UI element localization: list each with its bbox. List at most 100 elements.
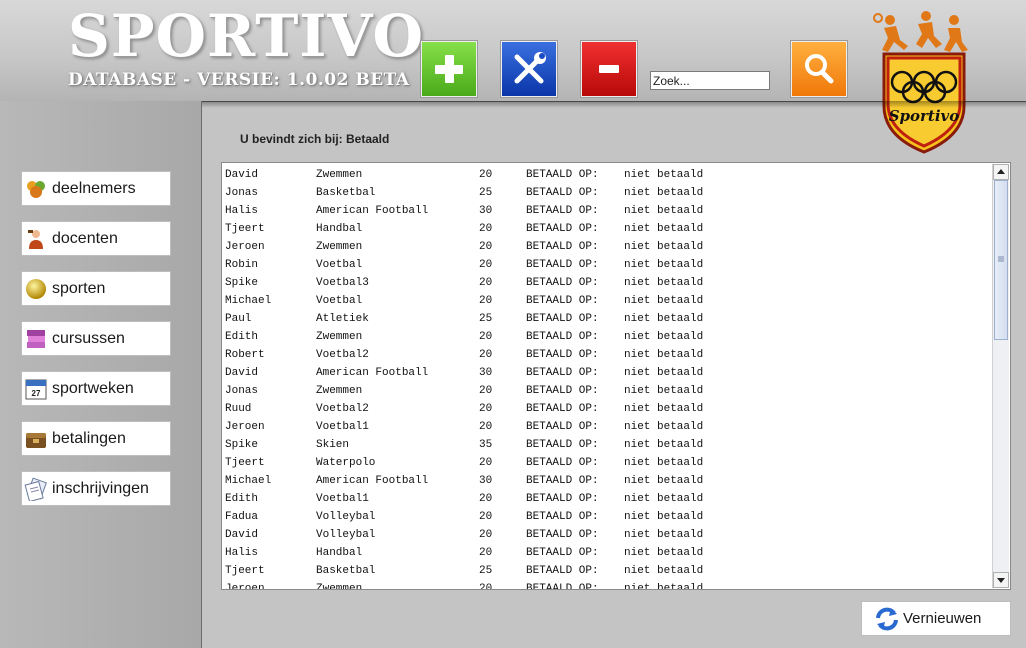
sidebar-item-sportweken[interactable]: 27 sportweken — [21, 371, 171, 406]
search-input[interactable] — [650, 71, 770, 90]
row-status: niet betaald — [624, 547, 704, 559]
list-row[interactable]: Robin Voetbal 20 BETAALD OP: niet betaald — [225, 256, 985, 274]
row-name: Jeroen — [225, 241, 265, 253]
list-row[interactable]: Jonas Zwemmen 20 BETAALD OP: niet betaald — [225, 382, 985, 400]
row-amount: 25 — [479, 313, 493, 325]
row-sport: Basketbal — [316, 187, 376, 199]
row-status: niet betaald — [624, 349, 704, 361]
list-row[interactable]: Jeroen Voetbal1 20 BETAALD OP: niet betaald — [225, 418, 985, 436]
list-row[interactable]: Spike Voetbal3 20 BETAALD OP: niet betaald — [225, 274, 985, 292]
search-button[interactable] — [791, 41, 847, 97]
teacher-icon — [28, 230, 43, 249]
wrench-screwdriver-icon — [514, 52, 546, 84]
row-sport: Volleybal — [316, 511, 376, 523]
list-row[interactable]: Ruud Voetbal2 20 BETAALD OP: niet betaald — [225, 400, 985, 418]
row-status: niet betaald — [624, 205, 704, 217]
scrollbar[interactable] — [992, 164, 1009, 588]
list-row[interactable]: Edith Zwemmen 20 BETAALD OP: niet betaald — [225, 328, 985, 346]
scroll-thumb[interactable] — [994, 180, 1008, 340]
row-status: niet betaald — [624, 583, 704, 590]
list-row[interactable]: Edith Voetbal1 20 BETAALD OP: niet betaald — [225, 490, 985, 508]
row-paid-label: BETAALD OP: — [526, 169, 599, 181]
row-paid-label: BETAALD OP: — [526, 259, 599, 271]
sidebar-item-label: betalingen — [52, 430, 126, 447]
list-row[interactable]: David Zwemmen 20 BETAALD OP: niet betaald — [225, 166, 985, 184]
list-row[interactable]: Halis American Football 30 BETAALD OP: niet … — [225, 202, 985, 220]
books-icon — [27, 330, 45, 348]
list-row[interactable]: Michael American Football 30 BETAALD OP: nie… — [225, 472, 985, 490]
arrow-up-icon — [997, 169, 1005, 174]
tools-button[interactable] — [501, 41, 557, 97]
row-paid-label: BETAALD OP: — [526, 475, 599, 487]
sidebar-item-inschrijvingen[interactable]: inschrijvingen — [21, 471, 171, 506]
row-status: niet betaald — [624, 385, 704, 397]
sidebar-item-cursussen[interactable]: cursussen — [21, 321, 171, 356]
list-row[interactable]: David American Football 30 BETAALD OP: niet … — [225, 364, 985, 382]
list-row[interactable]: David Volleybal 20 BETAALD OP: niet betaald — [225, 526, 985, 544]
row-paid-label: BETAALD OP: — [526, 439, 599, 451]
row-name: Tjeert — [225, 223, 265, 235]
scroll-down-button[interactable] — [993, 572, 1009, 588]
list-row[interactable]: Robert Voetbal2 20 BETAALD OP: niet betaald — [225, 346, 985, 364]
row-paid-label: BETAALD OP: — [526, 241, 599, 253]
row-name: Halis — [225, 205, 259, 217]
row-paid-label: BETAALD OP: — [526, 511, 599, 523]
wallet-icon — [26, 433, 46, 448]
row-name: David — [225, 367, 259, 379]
row-name: Robin — [225, 259, 259, 271]
row-sport: Handbal — [316, 223, 363, 235]
list-row[interactable]: Michael Voetbal 20 BETAALD OP: niet betaald — [225, 292, 985, 310]
list-row[interactable]: Tjeert Handbal 20 BETAALD OP: niet betaald — [225, 220, 985, 238]
row-status: niet betaald — [624, 223, 704, 235]
list-row[interactable]: Halis Handbal 20 BETAALD OP: niet betaald — [225, 544, 985, 562]
row-paid-label: BETAALD OP: — [526, 331, 599, 343]
add-button[interactable] — [421, 41, 477, 97]
sidebar-item-label: docenten — [52, 230, 118, 247]
list-row[interactable]: Paul Atletiek 25 BETAALD OP: niet betaald — [225, 310, 985, 328]
row-amount: 20 — [479, 529, 493, 541]
row-amount: 20 — [479, 511, 493, 523]
row-status: niet betaald — [624, 277, 704, 289]
sidebar-item-betalingen[interactable]: betalingen — [21, 421, 171, 456]
refresh-button[interactable]: Vernieuwen — [861, 601, 1011, 636]
list-row[interactable]: Jonas Basketbal 25 BETAALD OP: niet betaald — [225, 184, 985, 202]
sidebar-item-sporten[interactable]: sporten — [21, 271, 171, 306]
sidebar-item-deelnemers[interactable]: deelnemers — [21, 171, 171, 206]
sidebar-item-docenten[interactable]: docenten — [21, 221, 171, 256]
app-subtitle: DATABASE - VERSIE: 1.0.02 BETA — [68, 70, 410, 90]
scroll-up-button[interactable] — [993, 164, 1009, 180]
list-row[interactable]: Jeroen Zwemmen 20 BETAALD OP: niet betaald — [225, 238, 985, 256]
row-sport: American Football — [316, 367, 429, 379]
row-sport: Atletiek — [316, 313, 369, 325]
header: SPORTIVO DATABASE - VERSIE: 1.0.02 BETA — [0, 0, 1026, 154]
row-status: niet betaald — [624, 493, 704, 505]
row-sport: Voetbal2 — [316, 349, 369, 361]
remove-button[interactable] — [581, 41, 637, 97]
payments-list[interactable]: David Zwemmen 20 BETAALD OP: niet betaald Jon… — [221, 162, 1011, 590]
row-amount: 20 — [479, 277, 493, 289]
row-amount: 20 — [479, 583, 493, 590]
row-amount: 25 — [479, 187, 493, 199]
row-amount: 20 — [479, 295, 493, 307]
row-sport: Zwemmen — [316, 385, 363, 397]
row-amount: 20 — [479, 223, 493, 235]
list-row[interactable]: Spike Skien 35 BETAALD OP: niet betaald — [225, 436, 985, 454]
row-paid-label: BETAALD OP: — [526, 403, 599, 415]
row-amount: 30 — [479, 475, 493, 487]
forms-icon — [24, 477, 47, 501]
row-sport: Voetbal1 — [316, 493, 369, 505]
row-name: Jonas — [225, 187, 259, 199]
row-name: Fadua — [225, 511, 259, 523]
logo-text: Sportivo — [889, 107, 960, 125]
list-row[interactable]: Tjeert Basketbal 25 BETAALD OP: niet betaald — [225, 562, 985, 580]
plus-icon — [435, 55, 463, 83]
row-name: Michael — [225, 295, 272, 307]
list-row[interactable]: Fadua Volleybal 20 BETAALD OP: niet betaald — [225, 508, 985, 526]
row-status: niet betaald — [624, 421, 704, 433]
list-row[interactable]: Tjeert Waterpolo 20 BETAALD OP: niet betaald — [225, 454, 985, 472]
row-status: niet betaald — [624, 529, 704, 541]
row-amount: 25 — [479, 565, 493, 577]
refresh-icon — [876, 607, 898, 631]
list-row[interactable]: Jeroen Zwemmen 20 BETAALD OP: niet betaald — [225, 580, 985, 590]
row-amount: 20 — [479, 421, 493, 433]
